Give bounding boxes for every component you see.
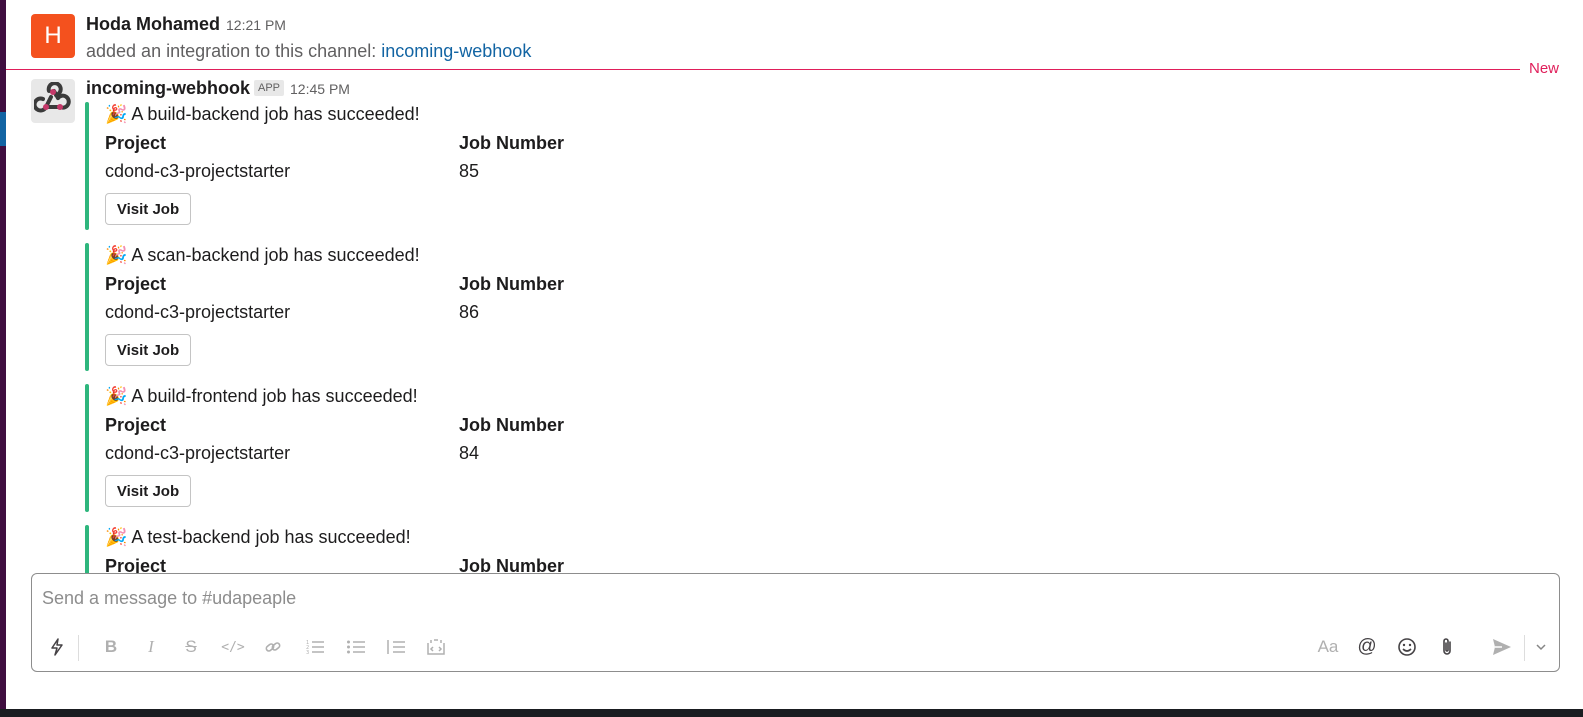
- attach-file-icon[interactable]: [1434, 633, 1460, 661]
- field-label-project: Project: [105, 133, 167, 153]
- chain-link-icon: [265, 642, 281, 652]
- avatar-letter: H: [44, 22, 62, 49]
- party-popper-icon: 🎉: [105, 527, 128, 547]
- integration-link[interactable]: incoming-webhook: [381, 41, 531, 61]
- bullet-list-icon: [347, 640, 365, 654]
- party-popper-icon: 🎉: [105, 386, 128, 406]
- field-label-job-number: Job Number: [459, 133, 565, 153]
- link-icon[interactable]: [260, 633, 286, 661]
- field-value-job-number: 85: [459, 161, 480, 181]
- paperclip-icon: [1443, 638, 1451, 655]
- attachment-color-bar: [85, 384, 89, 512]
- webhook-avatar[interactable]: [31, 79, 75, 123]
- message-author[interactable]: Hoda Mohamed: [86, 14, 220, 34]
- visit-job-button[interactable]: Visit Job: [105, 475, 191, 507]
- attachment-title-text: A build-frontend job has succeeded!: [131, 386, 418, 406]
- message-timestamp[interactable]: 12:45 PM: [290, 81, 350, 97]
- attachment: 🎉 A scan-backend job has succeeded! Proje…: [85, 243, 785, 371]
- attachment-title-text: A test-backend job has succeeded!: [131, 527, 411, 547]
- window-bottom-edge: [0, 709, 1583, 717]
- attachment-title-text: A build-backend job has succeeded!: [131, 104, 420, 124]
- lightning-icon: [51, 638, 63, 656]
- field-label-job-number: Job Number: [459, 415, 565, 435]
- app-badge: APP: [254, 80, 285, 96]
- send-icon[interactable]: [1489, 633, 1515, 661]
- sidebar-edge: [0, 0, 6, 717]
- toolbar-divider: [78, 635, 79, 661]
- ordered-list-icon[interactable]: 123: [302, 633, 328, 661]
- message-feed: 🎉 A build-backend job has succeeded! Proj…: [85, 100, 1555, 573]
- paper-plane-icon: [1493, 639, 1511, 655]
- italic-icon[interactable]: I: [138, 633, 164, 661]
- party-popper-icon: 🎉: [105, 245, 128, 265]
- chevron-down-icon: [1536, 644, 1546, 651]
- message-composer[interactable]: Send a message to #udapeaple B I S </> 1…: [31, 573, 1560, 672]
- attachment: 🎉 A build-backend job has succeeded! Proj…: [85, 102, 785, 230]
- field-value-job-number: 86: [459, 302, 480, 322]
- field-label-project: Project: [105, 556, 167, 573]
- sidebar-selection-indicator: [0, 112, 6, 146]
- svg-text:3: 3: [306, 650, 309, 655]
- webhook-icon: [34, 82, 71, 113]
- mention-icon[interactable]: @: [1354, 633, 1380, 661]
- message-webhook-header: incoming-webhook APP 12:45 PM: [86, 78, 350, 99]
- attachment-color-bar: [85, 243, 89, 371]
- strikethrough-icon[interactable]: S: [178, 633, 204, 661]
- attachment: 🎉 A test-backend job has succeeded! Proje…: [85, 525, 785, 573]
- field-label-job-number: Job Number: [459, 274, 565, 294]
- composer-toolbar: B I S </> 123 Aa @: [32, 633, 1559, 663]
- avatar[interactable]: H: [31, 14, 75, 58]
- numbered-list-icon: 123: [306, 640, 324, 655]
- new-messages-divider: [6, 69, 1520, 70]
- code-block-icon[interactable]: [423, 633, 449, 661]
- text-formatting-icon[interactable]: Aa: [1315, 633, 1341, 661]
- bulleted-list-icon[interactable]: [343, 633, 369, 661]
- send-options-chevron-down-icon[interactable]: [1528, 633, 1554, 661]
- field-value-project: cdond-c3-projectstarter: [105, 302, 291, 322]
- field-label-job-number: Job Number: [459, 556, 565, 573]
- message-timestamp[interactable]: 12:21 PM: [226, 17, 286, 33]
- field-value-job-number: 84: [459, 443, 480, 463]
- attachment-title: 🎉 A scan-backend job has succeeded!: [105, 245, 420, 266]
- attachment-title: 🎉 A build-backend job has succeeded!: [105, 104, 420, 125]
- field-value-project: cdond-c3-projectstarter: [105, 161, 291, 181]
- shortcuts-lightning-icon[interactable]: [44, 633, 70, 661]
- visit-job-button[interactable]: Visit Job: [105, 193, 191, 225]
- attachment-title: 🎉 A build-frontend job has succeeded!: [105, 386, 418, 407]
- code-icon[interactable]: </>: [220, 633, 246, 661]
- bold-icon[interactable]: B: [98, 633, 124, 661]
- visit-job-button[interactable]: Visit Job: [105, 334, 191, 366]
- new-messages-label: New: [1529, 60, 1560, 77]
- attachment-color-bar: [85, 525, 89, 573]
- code-block-icon-svg: [427, 639, 445, 655]
- smiley-icon: [1398, 638, 1416, 656]
- attachment: 🎉 A build-frontend job has succeeded! Pro…: [85, 384, 785, 512]
- message-author[interactable]: incoming-webhook: [86, 78, 250, 98]
- party-popper-icon: 🎉: [105, 104, 128, 124]
- emoji-icon[interactable]: [1394, 633, 1420, 661]
- blockquote-icon[interactable]: [383, 633, 409, 661]
- field-value-project: cdond-c3-projectstarter: [105, 443, 291, 463]
- attachment-title-text: A scan-backend job has succeeded!: [131, 245, 420, 265]
- field-label-project: Project: [105, 415, 167, 435]
- toolbar-divider: [1524, 635, 1525, 661]
- quote-icon: [387, 640, 405, 654]
- field-label-project: Project: [105, 274, 167, 294]
- attachment-color-bar: [85, 102, 89, 230]
- message-text: added an integration to this channel:: [86, 41, 377, 61]
- attachment-title: 🎉 A test-backend job has succeeded!: [105, 527, 411, 548]
- message-input[interactable]: Send a message to #udapeaple: [42, 588, 296, 609]
